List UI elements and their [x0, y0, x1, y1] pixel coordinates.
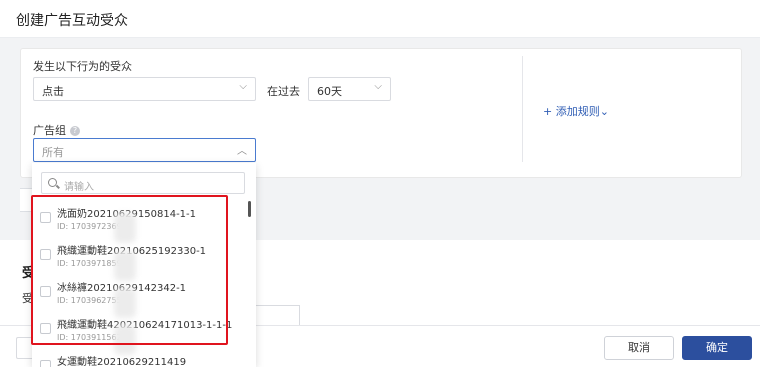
days-select[interactable]: 60天 ⌵	[308, 77, 391, 101]
redaction-blur	[114, 213, 136, 243]
section-field[interactable]	[252, 305, 300, 327]
dropdown-search-input[interactable]: 请输入	[41, 172, 245, 194]
redaction-blur	[114, 325, 136, 355]
checkbox[interactable]	[40, 323, 51, 334]
redaction-blur	[114, 251, 136, 281]
scrollbar-thumb[interactable]	[248, 201, 251, 217]
adgroup-placeholder: 所有	[42, 146, 64, 159]
chevron-up-icon: ︿	[237, 146, 247, 157]
checkbox[interactable]	[40, 212, 51, 223]
chevron-down-icon: ⌵	[239, 81, 247, 92]
adgroup-dropdown: 请输入 洗面奶20210629150814-1-1 ID: 1703972369…	[32, 163, 256, 367]
list-item[interactable]: 冰絲褲20210629142342-1 ID: 17039627559	[32, 274, 247, 311]
list-item[interactable]: 飛織運動鞋20210625192330-1 ID: 17039718599	[32, 237, 247, 274]
list-item[interactable]: 洗面奶20210629150814-1-1 ID: 17039723699	[32, 200, 247, 237]
adgroup-label-text: 广告组	[33, 124, 66, 137]
chevron-down-icon: ⌄	[599, 105, 609, 118]
dialog-header: 创建广告互动受众	[0, 0, 760, 38]
search-icon	[48, 178, 57, 187]
cancel-button[interactable]: 取消	[604, 336, 674, 360]
checkbox[interactable]	[40, 360, 51, 367]
checkbox[interactable]	[40, 286, 51, 297]
vertical-divider	[522, 56, 523, 162]
list-item[interactable]: 飛織運動鞋420210624171013-1-1-1 ID: 170391156…	[32, 311, 247, 348]
list-item[interactable]: 女運動鞋20210629211419	[32, 348, 247, 367]
search-placeholder: 请输入	[64, 182, 94, 193]
item-name: 女運動鞋20210629211419	[57, 357, 187, 367]
add-rule-button[interactable]: + 添加规则⌄	[543, 103, 609, 119]
past-label: 在过去	[267, 85, 300, 98]
item-name: 飛織運動鞋420210624171013-1-1-1	[57, 320, 233, 331]
redaction-blur	[114, 288, 136, 318]
page-title: 创建广告互动受众	[16, 13, 128, 29]
adgroup-label: 广告组?	[33, 122, 80, 138]
days-select-value: 60天	[317, 85, 342, 98]
action-select-value: 点击	[42, 85, 64, 98]
checkbox[interactable]	[40, 249, 51, 260]
help-icon[interactable]: ?	[70, 126, 80, 136]
add-rule-label: + 添加规则	[543, 105, 600, 118]
adgroup-select[interactable]: 所有 ︿	[33, 138, 256, 162]
chevron-down-icon: ⌵	[374, 81, 382, 92]
action-select[interactable]: 点击 ⌵	[33, 77, 256, 101]
footer-hidden-button[interactable]	[16, 337, 32, 359]
confirm-button[interactable]: 确定	[682, 336, 752, 360]
behavior-label: 发生以下行为的受众	[33, 60, 132, 73]
